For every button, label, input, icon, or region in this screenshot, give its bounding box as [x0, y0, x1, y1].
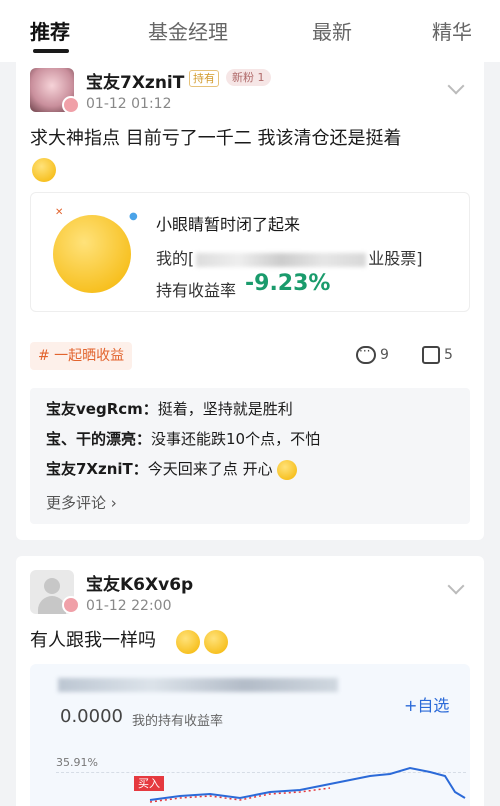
username[interactable]: 宝友7XzniT	[86, 68, 184, 93]
chevron-down-icon[interactable]	[447, 77, 465, 95]
like-count: 5	[444, 347, 453, 363]
comment-preview[interactable]: 宝友vegRcm：挺着，坚持就是胜利 宝、干的漂亮：没事还能跌10个点，不怕 宝…	[30, 388, 470, 524]
user-level-badge	[62, 96, 80, 114]
sparkle-icon: ●	[129, 211, 138, 222]
post-time: 01-12 22:00	[86, 598, 172, 614]
tab-recommend[interactable]: 推荐	[30, 16, 70, 45]
post-text: 求大神指点 目前亏了一千二 我该清仓还是挺着	[30, 128, 402, 149]
more-comments-link[interactable]: 更多评论 ›	[46, 492, 117, 513]
chevron-down-icon[interactable]	[447, 577, 465, 595]
holding-stock-line: 我的[业股票]	[156, 249, 423, 268]
post-card[interactable]: 宝友K6Xv6p 01-12 22:00 有人跟我一样吗 0.0000 我的持有…	[16, 556, 484, 806]
top-tab-bar: 推荐 基金经理 最新 精华	[0, 0, 500, 62]
holding-card[interactable]: ✕ ● 小眼睛暂时闭了起来 我的[业股票] 持有收益率 -9.23%	[30, 192, 470, 312]
covering-eyes-emoji-icon	[53, 215, 131, 293]
emoji-icon	[204, 630, 228, 654]
comment-item: 宝友7XzniT：今天回来了点 开心	[46, 458, 297, 480]
emoji-icon	[276, 459, 297, 480]
stock-chart	[149, 766, 466, 803]
comment-item: 宝、干的漂亮：没事还能跌10个点，不怕	[46, 430, 321, 448]
like-button[interactable]: 5	[422, 346, 453, 364]
sparkle-icon: ✕	[55, 207, 64, 218]
stock-card[interactable]: 0.0000 我的持有收益率 +自选 35.91% 买入	[30, 664, 470, 806]
hold-tag: 持有	[189, 70, 219, 87]
tab-featured[interactable]: 精华	[432, 16, 472, 45]
post-card[interactable]: 宝友7XzniT 持有 新粉 1 01-12 01:12 求大神指点 目前亏了一…	[16, 62, 484, 540]
emoji-icon	[176, 630, 200, 654]
topic-tag[interactable]: # 一起晒收益	[30, 342, 133, 370]
post-time: 01-12 01:12	[86, 96, 172, 112]
comment-button[interactable]: 9	[356, 344, 389, 364]
tab-fund-manager[interactable]: 基金经理	[148, 16, 228, 45]
user-level-badge	[62, 596, 80, 614]
username[interactable]: 宝友K6Xv6p	[86, 570, 193, 595]
tab-latest[interactable]: 最新	[312, 16, 352, 45]
comment-item: 宝友vegRcm：挺着，坚持就是胜利	[46, 400, 293, 418]
stock-line	[149, 766, 466, 801]
holding-rate-value: -9.23%	[245, 271, 331, 296]
tab-active-indicator	[33, 49, 69, 53]
new-fan-tag: 新粉 1	[226, 69, 271, 86]
holding-title: 小眼睛暂时闭了起来	[156, 215, 301, 234]
holding-rate-label: 持有收益率	[156, 281, 237, 300]
comment-count: 9	[380, 347, 389, 363]
emoji-icon	[32, 158, 56, 182]
like-icon	[422, 346, 440, 364]
post-text: 有人跟我一样吗	[30, 630, 156, 651]
comment-icon	[356, 344, 376, 364]
